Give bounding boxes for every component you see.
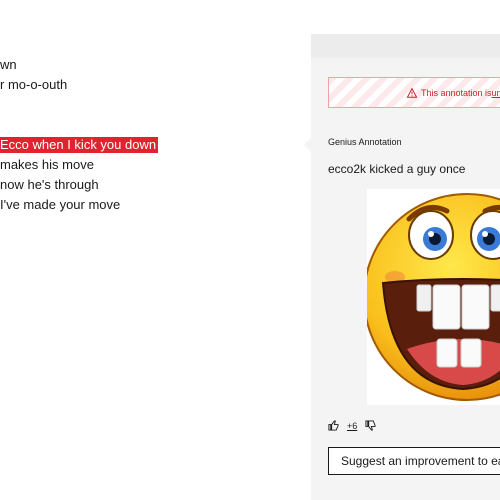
annotation-label: Genius Annotation [328, 137, 402, 147]
lyric-line[interactable]: wn [0, 57, 17, 73]
lyric-line[interactable]: r mo-o-outh [0, 77, 67, 93]
lyric-line-highlighted[interactable]: Ecco when I kick you down [0, 137, 159, 153]
warning-icon [407, 87, 417, 98]
laughing-emoji-image [367, 193, 500, 401]
annotation-image [367, 189, 500, 405]
annotation-pointer [304, 138, 311, 152]
lyric-line[interactable]: now he's through [0, 177, 99, 193]
thumbs-down-icon[interactable] [365, 420, 376, 431]
annotation-text: ecco2k kicked a guy once [328, 162, 466, 176]
suggest-improvement-button[interactable]: Suggest an improvement to ea [328, 447, 500, 475]
lyrics-column: wn r mo-o-outh Ecco when I kick you down… [0, 0, 310, 500]
warning-link[interactable]: un [492, 88, 500, 98]
thumbs-up-icon[interactable] [328, 420, 339, 431]
vote-controls: +6 [328, 420, 376, 431]
lyric-line[interactable]: I've made your move [0, 197, 120, 213]
vote-count: +6 [347, 420, 358, 431]
unreviewed-warning-banner: This annotation is un [328, 77, 500, 108]
annotation-panel: This annotation is un Genius Annotation … [304, 34, 500, 500]
panel-top-bar [311, 34, 500, 58]
warning-text: This annotation is [421, 87, 492, 98]
lyric-line[interactable]: makes his move [0, 157, 94, 173]
